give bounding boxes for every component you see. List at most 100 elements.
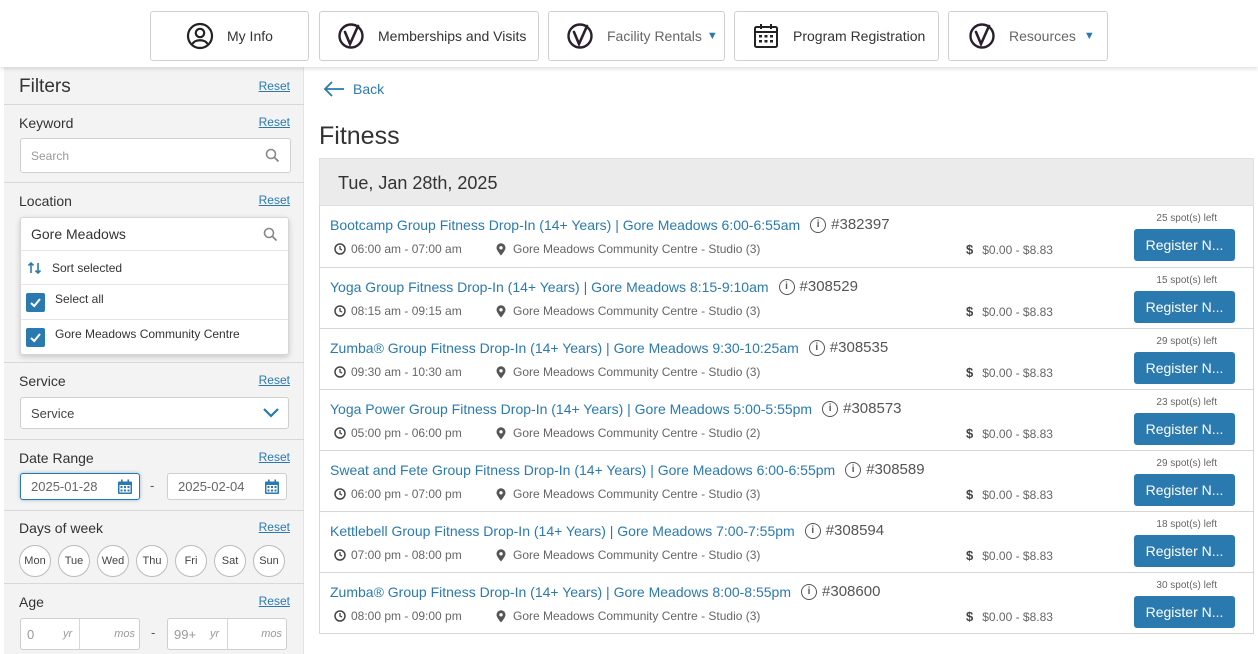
sort-selected-button[interactable]: Sort selected: [21, 251, 288, 285]
program-location: Gore Meadows Community Centre - Studio (…: [496, 426, 760, 440]
nav-program-registration[interactable]: Program Registration: [734, 11, 939, 61]
info-icon[interactable]: i: [778, 278, 795, 295]
date-range-separator: -: [150, 478, 155, 493]
program-title-link[interactable]: Kettlebell Group Fitness Drop-In (14+ Ye…: [330, 523, 795, 539]
calendar-icon: [117, 479, 133, 498]
program-title-link[interactable]: Yoga Group Fitness Drop-In (14+ Years) |…: [330, 279, 769, 295]
program-time-text: 07:00 pm - 08:00 pm: [351, 548, 462, 562]
select-all-checkbox[interactable]: Select all: [21, 285, 288, 320]
keyword-search-input[interactable]: Search: [20, 138, 291, 173]
location-search-value: Gore Meadows: [31, 226, 126, 242]
program-time-text: 08:15 am - 09:15 am: [351, 304, 462, 318]
location-option-gore-meadows[interactable]: Gore Meadows Community Centre: [21, 320, 288, 354]
program-title-line: Yoga Power Group Fitness Drop-In (14+ Ye…: [330, 400, 902, 417]
spots-left: 29 spot(s) left: [1156, 458, 1217, 469]
date-from-value: 2025-01-28: [31, 479, 98, 494]
program-row: Zumba® Group Fitness Drop-In (14+ Years)…: [320, 572, 1253, 633]
register-button[interactable]: Register N...: [1134, 596, 1235, 628]
top-navigation: My Info Memberships and Visits Facility …: [0, 0, 1258, 67]
program-title-link[interactable]: Zumba® Group Fitness Drop-In (14+ Years)…: [330, 340, 799, 356]
reset-age-link[interactable]: Reset: [259, 594, 290, 608]
map-pin-icon: [496, 548, 506, 562]
program-row: Kettlebell Group Fitness Drop-In (14+ Ye…: [320, 511, 1253, 572]
filters-title: Filters: [19, 76, 71, 97]
day-toggle-sun[interactable]: Sun: [253, 545, 285, 577]
program-title-link[interactable]: Bootcamp Group Fitness Drop-In (14+ Year…: [330, 217, 800, 233]
day-toggle-wed[interactable]: Wed: [97, 545, 129, 577]
register-button[interactable]: Register N...: [1134, 229, 1235, 261]
nav-facility-rentals[interactable]: Facility Rentals ▼: [548, 11, 725, 61]
keyword-label: Keyword: [19, 115, 74, 131]
program-location-text: Gore Meadows Community Centre - Studio (…: [513, 242, 761, 256]
register-button[interactable]: Register N...: [1134, 413, 1235, 445]
nav-my-info[interactable]: My Info: [150, 11, 309, 61]
checkbox-checked-icon: [26, 292, 45, 312]
program-location-text: Gore Meadows Community Centre - Studio (…: [513, 609, 761, 623]
reset-days-link[interactable]: Reset: [259, 520, 290, 534]
day-toggle-tue[interactable]: Tue: [58, 545, 90, 577]
reset-all-link[interactable]: Reset: [259, 79, 290, 93]
age-max-divider: [227, 619, 228, 649]
day-toggle-mon[interactable]: Mon: [19, 545, 51, 577]
age-min-input[interactable]: 0 yr mos: [20, 618, 140, 650]
nav-resources-label: Resources: [1009, 28, 1076, 44]
map-pin-icon: [496, 304, 506, 318]
dollar-icon: $: [966, 304, 974, 319]
reset-date-range-link[interactable]: Reset: [259, 450, 290, 464]
dollar-icon: $: [966, 609, 974, 624]
service-label: Service: [19, 373, 66, 389]
info-icon[interactable]: i: [804, 522, 821, 539]
date-heading-text: Tue, Jan 28th, 2025: [338, 173, 498, 193]
program-number: #308529: [799, 278, 858, 295]
program-time-text: 05:00 pm - 06:00 pm: [351, 426, 462, 440]
program-row: Yoga Power Group Fitness Drop-In (14+ Ye…: [320, 389, 1253, 450]
info-icon[interactable]: i: [801, 583, 818, 600]
date-heading: Tue, Jan 28th, 2025: [319, 158, 1254, 206]
service-section: Service Reset Service: [4, 363, 304, 440]
reset-keyword-link[interactable]: Reset: [259, 115, 290, 129]
program-location: Gore Meadows Community Centre - Studio (…: [496, 304, 760, 318]
reset-service-link[interactable]: Reset: [259, 373, 290, 387]
program-title-link[interactable]: Yoga Power Group Fitness Drop-In (14+ Ye…: [330, 401, 812, 417]
program-row: Bootcamp Group Fitness Drop-In (14+ Year…: [320, 206, 1253, 267]
program-number: #382397: [831, 216, 890, 233]
calendar-icon: [751, 21, 781, 51]
program-price-text: $0.00 - $8.83: [982, 242, 1053, 257]
service-select[interactable]: Service: [20, 397, 289, 429]
info-icon[interactable]: i: [845, 461, 862, 478]
program-time: 08:15 am - 09:15 am: [334, 304, 462, 318]
program-price: $ $0.00 - $8.83: [966, 304, 1053, 319]
caret-down-icon: ▼: [1083, 30, 1095, 42]
register-button[interactable]: Register N...: [1134, 291, 1235, 323]
date-to-value: 2025-02-04: [178, 479, 245, 494]
register-button[interactable]: Register N...: [1134, 352, 1235, 384]
back-label: Back: [353, 81, 385, 97]
clock-icon: [334, 610, 346, 622]
day-toggle-sat[interactable]: Sat: [214, 545, 246, 577]
program-location: Gore Meadows Community Centre - Studio (…: [496, 548, 760, 562]
info-icon[interactable]: i: [808, 339, 825, 356]
date-from-input[interactable]: 2025-01-28: [20, 473, 140, 500]
day-toggle-thu[interactable]: Thu: [136, 545, 168, 577]
age-max-input[interactable]: 99+ yr mos: [167, 618, 287, 650]
nav-memberships[interactable]: Memberships and Visits: [319, 11, 539, 61]
program-list: Bootcamp Group Fitness Drop-In (14+ Year…: [319, 206, 1254, 634]
back-link[interactable]: Back: [323, 80, 384, 98]
day-toggle-fri[interactable]: Fri: [175, 545, 207, 577]
program-price-text: $0.00 - $8.83: [982, 548, 1053, 563]
program-number: #308594: [825, 522, 885, 539]
location-search-input[interactable]: Gore Meadows: [21, 218, 288, 251]
program-title-line: Sweat and Fete Group Fitness Drop-In (14…: [330, 461, 925, 478]
reset-location-link[interactable]: Reset: [259, 193, 290, 207]
dollar-icon: $: [966, 242, 974, 257]
nav-resources[interactable]: Resources ▼: [948, 11, 1108, 61]
date-to-input[interactable]: 2025-02-04: [167, 473, 287, 500]
program-title-link[interactable]: Zumba® Group Fitness Drop-In (14+ Years)…: [330, 584, 791, 600]
register-button[interactable]: Register N...: [1134, 474, 1235, 506]
register-button[interactable]: Register N...: [1134, 535, 1235, 567]
age-range-separator: -: [151, 625, 156, 640]
program-price: $ $0.00 - $8.83: [966, 548, 1053, 563]
program-title-link[interactable]: Sweat and Fete Group Fitness Drop-In (14…: [330, 462, 835, 478]
info-icon[interactable]: i: [810, 216, 827, 233]
info-icon[interactable]: i: [822, 400, 839, 417]
